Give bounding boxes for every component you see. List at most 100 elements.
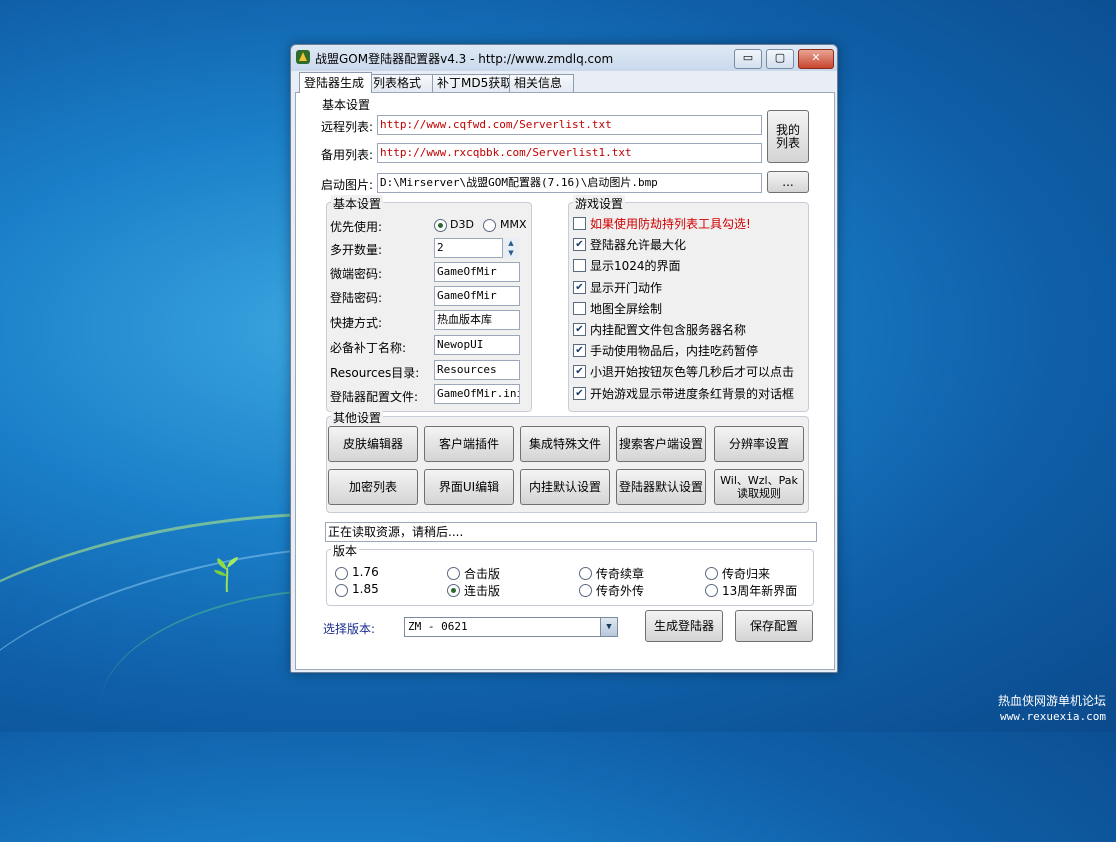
- version-select[interactable]: ZM - 0621 ▼: [404, 617, 618, 637]
- read-rules-button[interactable]: Wil、Wzl、Pak 读取规则: [714, 469, 804, 505]
- version-radio[interactable]: [447, 584, 460, 597]
- shortcut-label: 快捷方式:: [330, 316, 383, 330]
- select-version-label: 选择版本:: [323, 622, 376, 636]
- multi-open-stepper[interactable]: ▲ ▼: [502, 238, 519, 258]
- game-option-label: 小退开始按钮灰色等几秒后才可以点击: [590, 365, 795, 380]
- shortcut-input[interactable]: 热血版本库: [434, 310, 520, 330]
- other-group-title: 其他设置: [331, 409, 384, 426]
- app-window: 战盟GOM登陆器配置器v4.3 - http://www.zmdlq.com ▭…: [290, 44, 838, 673]
- tab-list-format[interactable]: 列表格式: [368, 74, 437, 92]
- maximize-button[interactable]: ▢: [766, 49, 794, 69]
- game-option-checkbox[interactable]: [573, 301, 586, 315]
- d3d-radio[interactable]: [434, 219, 447, 232]
- watermark: 热血侠网游单机论坛 www.rexuexia.com: [998, 694, 1106, 724]
- version-radio[interactable]: [705, 584, 718, 597]
- game-option-checkbox[interactable]: [573, 259, 586, 273]
- basic-settings-title: 基本设置: [322, 98, 371, 112]
- game-option-checkbox[interactable]: ✔: [573, 323, 586, 336]
- resources-input[interactable]: Resources: [434, 360, 520, 380]
- config-file-input[interactable]: GameOfMir.ini: [434, 384, 520, 404]
- micro-pw-input[interactable]: GameOfMir: [434, 262, 520, 282]
- micro-pw-label: 微端密码:: [330, 267, 383, 281]
- game-option-label: 开始游戏显示带进度条红背景的对话框: [590, 386, 795, 401]
- game-option-checkbox[interactable]: ✔: [573, 386, 586, 400]
- status-bar: 正在读取资源，请稍后....: [325, 522, 817, 542]
- client-plugin-button[interactable]: 客户端插件: [424, 426, 514, 462]
- version-radio-label: 连击版: [464, 584, 501, 598]
- integrate-files-button[interactable]: 集成特殊文件: [520, 426, 610, 462]
- version-radio[interactable]: [579, 584, 592, 597]
- search-client-button[interactable]: 搜索客户端设置: [616, 426, 706, 462]
- game-option-checkbox[interactable]: ✔: [573, 344, 586, 358]
- config-file-label: 登陆器配置文件:: [330, 390, 419, 404]
- version-radio-label: 1.76: [352, 565, 379, 579]
- version-radio[interactable]: [705, 567, 718, 580]
- game-option-checkbox[interactable]: ✔: [573, 238, 586, 252]
- launcher-default-button[interactable]: 登陆器默认设置: [616, 469, 706, 505]
- d3d-label: D3D: [450, 218, 474, 231]
- window-title: 战盟GOM登陆器配置器v4.3 - http://www.zmdlq.com: [315, 52, 614, 66]
- version-radio[interactable]: [579, 567, 592, 580]
- my-list-button[interactable]: 我的 列表: [767, 110, 809, 163]
- version-radio[interactable]: [335, 567, 348, 580]
- tab-content: 基本设置 远程列表: http://www.cqfwd.com/Serverli…: [295, 92, 835, 670]
- app-icon: [296, 50, 310, 64]
- version-radio-label: 13周年新界面: [722, 584, 798, 598]
- game-option-label: 显示1024的界面: [590, 259, 681, 274]
- generate-launcher-button[interactable]: 生成登陆器: [645, 610, 723, 642]
- resources-label: Resources目录:: [330, 366, 420, 380]
- version-radio[interactable]: [447, 567, 460, 580]
- tab-generate[interactable]: 登陆器生成: [299, 72, 372, 93]
- close-button[interactable]: ✕: [798, 49, 834, 69]
- login-pw-label: 登陆密码:: [330, 291, 383, 305]
- save-config-button[interactable]: 保存配置: [735, 610, 813, 642]
- version-radio-label: 合击版: [464, 567, 501, 581]
- patch-name-input[interactable]: NewopUI: [434, 335, 520, 355]
- multi-open-input[interactable]: 2: [434, 238, 503, 258]
- game-option-checkbox[interactable]: ✔: [573, 365, 586, 379]
- game-option-label: 登陆器允许最大化: [590, 238, 687, 253]
- resolution-button[interactable]: 分辨率设置: [714, 426, 804, 462]
- startup-image-input[interactable]: D:\Mirserver\战盟GOM配置器(7.16)\启动图片.bmp: [377, 173, 762, 193]
- multi-open-label: 多开数量:: [330, 243, 383, 257]
- game-option-label: 如果使用防劫持列表工具勾选!: [590, 217, 751, 231]
- remote-list-label: 远程列表:: [321, 120, 374, 134]
- backup-list-label: 备用列表:: [321, 148, 374, 162]
- version-radio-label: 1.85: [352, 582, 379, 596]
- startup-image-label: 启动图片:: [321, 178, 374, 192]
- version-radio-label: 传奇归来: [722, 567, 771, 581]
- version-radio-label: 传奇续章: [596, 567, 645, 581]
- version-select-value: ZM - 0621: [408, 620, 468, 633]
- remote-list-input[interactable]: http://www.cqfwd.com/Serverlist.txt: [377, 115, 762, 135]
- watermark-title: 热血侠网游单机论坛: [997, 694, 1106, 708]
- plugin-default-button[interactable]: 内挂默认设置: [520, 469, 610, 505]
- skin-editor-button[interactable]: 皮肤编辑器: [328, 426, 418, 462]
- ui-editor-button[interactable]: 界面UI编辑: [424, 469, 514, 505]
- game-group-title: 游戏设置: [573, 195, 626, 212]
- title-bar[interactable]: 战盟GOM登陆器配置器v4.3 - http://www.zmdlq.com ▭…: [291, 45, 837, 71]
- chevron-down-icon[interactable]: ▼: [600, 618, 617, 636]
- priority-label: 优先使用:: [330, 220, 383, 234]
- tab-related-info[interactable]: 相关信息: [509, 74, 574, 92]
- version-radio[interactable]: [335, 584, 348, 597]
- minimize-button[interactable]: ▭: [734, 49, 762, 69]
- stepper-up-icon[interactable]: ▲: [503, 238, 519, 248]
- encrypt-list-button[interactable]: 加密列表: [328, 469, 418, 505]
- game-option-label: 内挂配置文件包含服务器名称: [590, 323, 747, 337]
- game-option-checkbox[interactable]: ✔: [573, 280, 586, 294]
- game-option-label: 显示开门动作: [590, 280, 663, 295]
- version-group-title: 版本: [331, 542, 360, 559]
- login-pw-input[interactable]: GameOfMir: [434, 286, 520, 306]
- game-option-label: 手动使用物品后，内挂吃药暂停: [590, 344, 759, 359]
- stepper-down-icon[interactable]: ▼: [503, 248, 519, 258]
- mmx-radio[interactable]: [483, 219, 496, 232]
- game-option-label: 地图全屏绘制: [590, 301, 663, 316]
- wallpaper-sprout-icon: [214, 557, 238, 592]
- backup-list-input[interactable]: http://www.rxcqbbk.com/Serverlist1.txt: [377, 143, 762, 163]
- tab-patch-md5[interactable]: 补丁MD5获取: [432, 74, 513, 92]
- game-option-checkbox[interactable]: [573, 217, 586, 230]
- basic-group-title: 基本设置: [331, 195, 384, 212]
- mmx-label: MMX: [500, 218, 527, 231]
- browse-button[interactable]: ...: [767, 171, 809, 193]
- watermark-url: www.rexuexia.com: [1000, 710, 1106, 723]
